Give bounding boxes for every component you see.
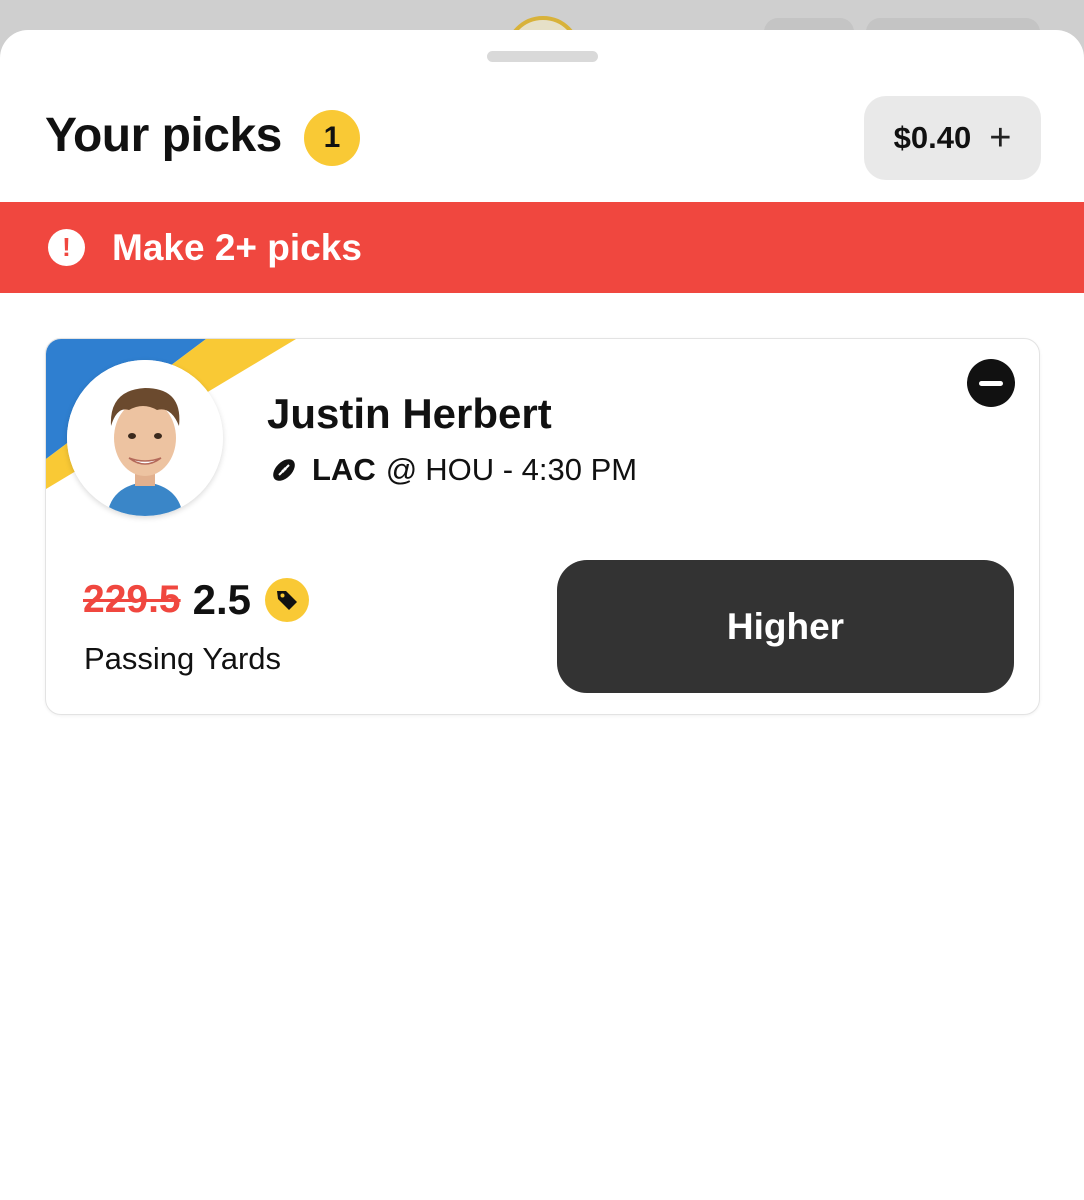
plus-icon: + [989,117,1012,159]
discounted-line: 2.5 [192,576,251,623]
at-symbol: @ [385,452,418,487]
player-avatar [67,360,223,516]
alert-message: Make 2+ picks [112,226,362,268]
sheet-drag-handle[interactable] [487,51,598,62]
wallet-amount: $0.40 [893,120,972,155]
game-matchup: LAC @ HOU - 4:30 PM [270,450,637,490]
opponent-and-time: HOU - 4:30 PM [425,452,638,487]
page-title: Your picks [45,109,282,162]
promo-tag-icon[interactable] [265,578,309,622]
player-team: LAC [312,452,376,487]
projection-line: 229.5 2.5 [83,576,309,624]
minus-icon [979,380,1003,386]
pick-card: Justin Herbert LAC @ HOU - 4:30 PM 229.5… [45,338,1040,715]
alert-icon: ! [48,229,85,266]
player-name: Justin Herbert [267,390,552,437]
player-headshot-icon [67,360,223,516]
football-icon [270,456,298,484]
stat-type-label: Passing Yards [84,641,282,676]
wallet-balance-button[interactable]: $0.40 + [864,96,1041,180]
higher-button[interactable]: Higher [557,560,1014,693]
remove-pick-button[interactable] [967,359,1015,407]
picks-bottom-sheet: Your picks 1 $0.40 + ! Make 2+ picks Jus… [0,30,1084,1200]
min-picks-alert: ! Make 2+ picks [0,202,1084,293]
original-line: 229.5 [83,578,181,621]
pick-count-badge: 1 [304,110,360,166]
